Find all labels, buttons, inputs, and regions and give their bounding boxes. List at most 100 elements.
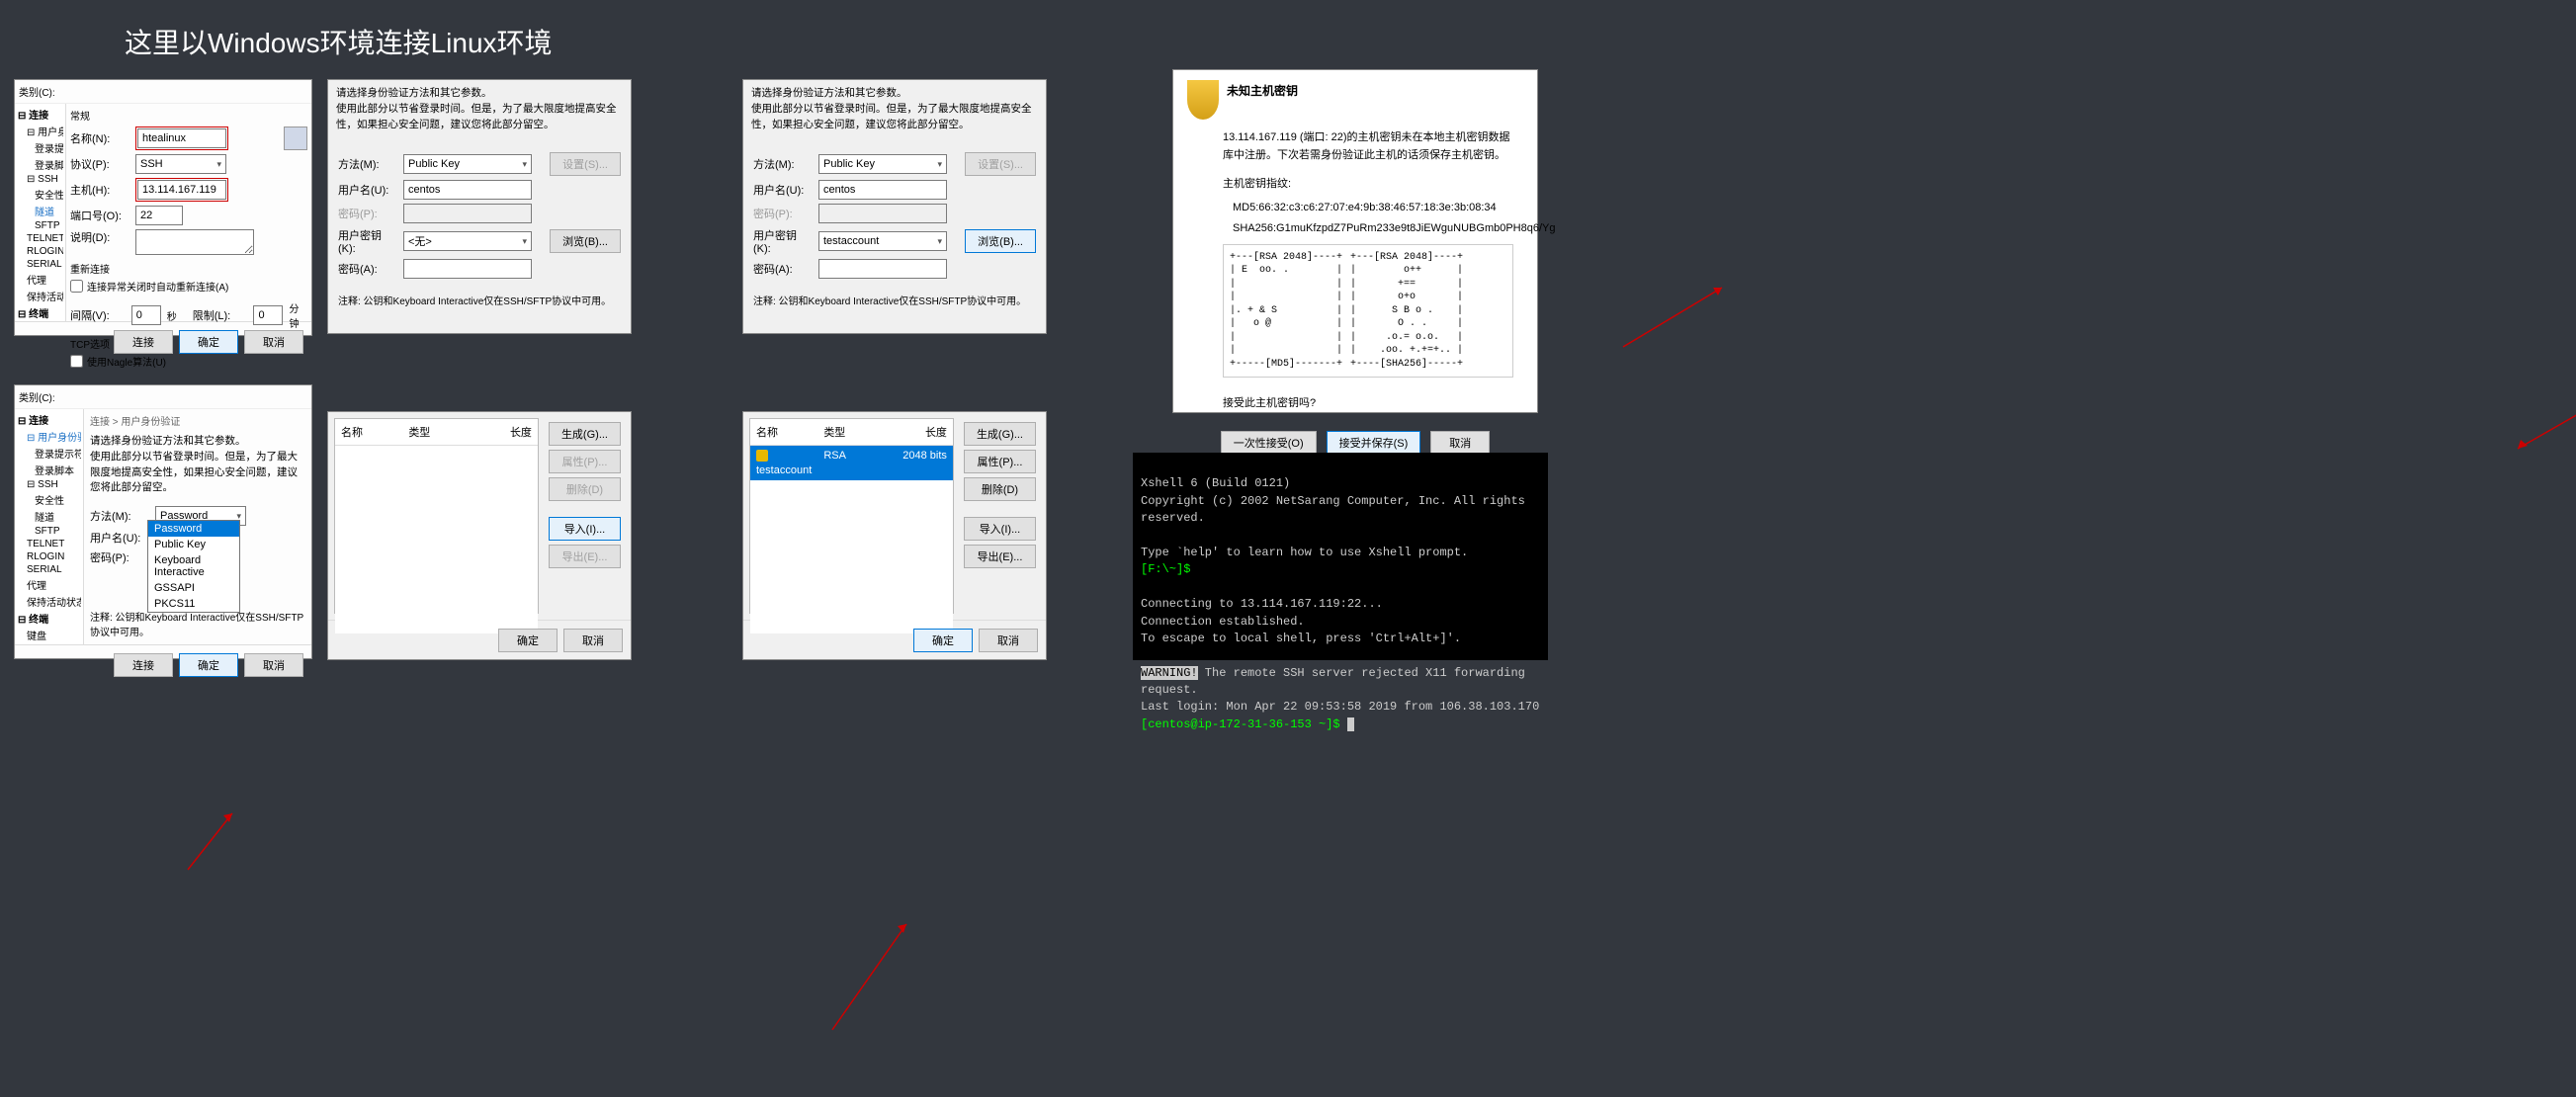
table-row[interactable]: testaccount RSA 2048 bits	[750, 446, 953, 480]
key-table-body	[335, 446, 538, 633]
username-input[interactable]	[403, 180, 532, 200]
passphrase-input[interactable]	[818, 259, 947, 279]
method-dropdown[interactable]: Public Key	[818, 154, 947, 174]
properties-button[interactable]: 属性(P)...	[964, 450, 1036, 473]
password-input	[818, 204, 947, 223]
browse-button[interactable]: 浏览(B)...	[550, 229, 621, 253]
category-label: 类别(C):	[15, 80, 311, 104]
option-gssapi[interactable]: GSSAPI	[148, 580, 239, 596]
key-manager-empty: 名称 类型 长度 生成(G)... 属性(P)... 删除(D) 导入(I)..…	[327, 411, 632, 660]
method-dropdown[interactable]: Public Key	[403, 154, 532, 174]
protocol-label: 协议(P):	[70, 156, 129, 172]
name-label: 名称(N):	[70, 130, 129, 146]
shield-icon	[1187, 80, 1219, 120]
prompt-local: [F:\~]$	[1141, 562, 1198, 576]
port-label: 端口号(O):	[70, 208, 129, 223]
accept-question: 接受此主机密钥吗?	[1223, 395, 1513, 413]
passphrase-label: 密码(A):	[338, 261, 397, 277]
delete-button: 删除(D)	[549, 477, 621, 501]
accept-once-button[interactable]: 一次性接受(O)	[1221, 431, 1317, 455]
fingerprint-label: 主机密钥指纹:	[1223, 176, 1513, 194]
port-input[interactable]	[135, 206, 183, 225]
connect-button[interactable]: 连接	[114, 653, 173, 677]
hostkey-cancel-button[interactable]: 取消	[1430, 431, 1490, 455]
ok-button[interactable]: 确定	[179, 653, 238, 677]
key-icon	[756, 450, 768, 462]
interval-label: 间隔(V):	[70, 307, 126, 323]
accept-save-button[interactable]: 接受并保存(S)	[1327, 431, 1421, 455]
properties-button: 属性(P)...	[549, 450, 621, 473]
reconnect-section: 重新连接	[70, 261, 307, 276]
export-button[interactable]: 导出(E)...	[964, 545, 1036, 568]
user-label: 用户名(U):	[338, 182, 397, 198]
cancel-button[interactable]: 取消	[244, 653, 303, 677]
interval-input[interactable]	[131, 305, 161, 325]
page-title: 这里以Windows环境连接Linux环境	[125, 22, 553, 61]
auth-note: 注释: 公钥和Keyboard Interactive仅在SSH/SFTP协议中…	[338, 293, 621, 307]
shortcut-icon[interactable]	[284, 127, 307, 150]
md5-fingerprint: MD5:66:32:c3:c6:27:07:e4:9b:38:46:57:18:…	[1233, 200, 1513, 217]
auto-reconnect-checkbox[interactable]	[70, 280, 83, 293]
method-dropdown-list[interactable]: Password Public Key Keyboard Interactive…	[147, 520, 240, 613]
cancel-button[interactable]: 取消	[244, 330, 303, 354]
category-tree[interactable]: ⊟ 连接 ⊟ 用户身份验证 登录提示符 登录脚本 ⊟ SSH 安全性 隧道 SF…	[15, 409, 84, 644]
userkey-dropdown[interactable]: <无>	[403, 231, 532, 251]
auth-dialog-dropdown-open: 类别(C): ⊟ 连接 ⊟ 用户身份验证 登录提示符 登录脚本 ⊟ SSH 安全…	[14, 384, 312, 659]
key-manager-populated: 名称 类型 长度 testaccount RSA 2048 bits 生成(G)…	[742, 411, 1047, 660]
browse-button[interactable]: 浏览(B)...	[965, 229, 1036, 253]
col-name: 名称	[335, 422, 402, 442]
limit-input[interactable]	[253, 305, 283, 325]
option-pkcs11[interactable]: PKCS11	[148, 596, 239, 612]
auth-dialog-empty-key: 请选择身份验证方法和其它参数。 使用此部分以节省登录时间。但是，为了最大限度地提…	[327, 79, 632, 334]
generate-button[interactable]: 生成(G)...	[549, 422, 621, 446]
cancel-button[interactable]: 取消	[563, 629, 623, 652]
breadcrumb: 连接 > 用户身份验证	[84, 409, 311, 432]
desc-input[interactable]	[135, 229, 254, 255]
password-input	[403, 204, 532, 223]
auto-reconnect-label: 连接异常关闭时自动重新连接(A)	[87, 279, 228, 294]
auth-head1: 请选择身份验证方法和其它参数。	[336, 86, 623, 102]
setup-button: 设置(S)...	[965, 152, 1036, 176]
col-length: 长度	[471, 422, 538, 442]
category-tree[interactable]: ⊟ 连接 ⊟ 用户身份验证 登录提示符 登录脚本 ⊟ SSH 安全性 隧道 SF…	[15, 104, 66, 321]
prompt-remote: [centos@ip-172-31-36-153 ~]$	[1141, 717, 1347, 731]
username-input[interactable]	[818, 180, 947, 200]
limit-label: 限制(L):	[193, 307, 248, 323]
name-input[interactable]	[137, 128, 226, 148]
host-label: 主机(H):	[70, 182, 129, 198]
method-label: 方法(M):	[338, 156, 397, 172]
terminal[interactable]: Xshell 6 (Build 0121) Copyright (c) 2002…	[1133, 453, 1548, 660]
userkey-label: 用户密钥(K):	[338, 227, 397, 255]
warning-highlight: WARNING!	[1141, 666, 1198, 680]
nagle-label: 使用Nagle算法(U)	[87, 354, 166, 369]
protocol-dropdown[interactable]: SSH	[135, 154, 226, 174]
hostkey-dialog: 未知主机密钥 13.114.167.119 (端口: 22)的主机密钥未在本地主…	[1172, 69, 1538, 413]
option-public-key[interactable]: Public Key	[148, 537, 239, 552]
generate-button[interactable]: 生成(G)...	[964, 422, 1036, 446]
import-button[interactable]: 导入(I)...	[964, 517, 1036, 541]
auth-head2: 使用此部分以节省登录时间。但是，为了最大限度地提高安全性，如果担心安全问题，建议…	[336, 102, 623, 133]
ok-button[interactable]: 确定	[913, 629, 973, 652]
import-button[interactable]: 导入(I)...	[549, 517, 621, 541]
userkey-dropdown[interactable]: testaccount	[818, 231, 947, 251]
cancel-button[interactable]: 取消	[979, 629, 1038, 652]
hostkey-title: 未知主机密钥	[1227, 80, 1298, 99]
option-password[interactable]: Password	[148, 521, 239, 537]
host-input[interactable]	[137, 180, 226, 200]
ok-button[interactable]: 确定	[498, 629, 558, 652]
connection-dialog: 类别(C): ⊟ 连接 ⊟ 用户身份验证 登录提示符 登录脚本 ⊟ SSH 安全…	[14, 79, 312, 336]
ok-button[interactable]: 确定	[179, 330, 238, 354]
sha-fingerprint: SHA256:G1muKfzpdZ7PuRm233e9t8JiEWguNUBGm…	[1233, 220, 1513, 238]
hostkey-desc: 13.114.167.119 (端口: 22)的主机密钥未在本地主机密钥数据库中…	[1223, 129, 1513, 164]
section-general: 常规	[70, 108, 307, 123]
col-type: 类型	[402, 422, 470, 442]
ascii-art: +---[RSA 2048]----+ | E oo. . | | | | | …	[1223, 244, 1513, 379]
passphrase-input[interactable]	[403, 259, 532, 279]
password-label: 密码(P):	[338, 206, 397, 221]
option-keyboard-interactive[interactable]: Keyboard Interactive	[148, 552, 239, 580]
delete-button[interactable]: 删除(D)	[964, 477, 1036, 501]
nagle-checkbox[interactable]	[70, 355, 83, 368]
connect-button[interactable]: 连接	[114, 330, 173, 354]
auth-dialog-testaccount: 请选择身份验证方法和其它参数。 使用此部分以节省登录时间。但是，为了最大限度地提…	[742, 79, 1047, 334]
setup-button: 设置(S)...	[550, 152, 621, 176]
